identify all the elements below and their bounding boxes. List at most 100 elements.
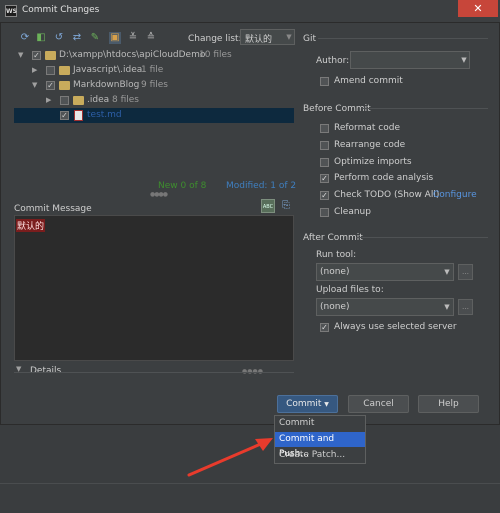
collapse-icon[interactable]: ≙ — [145, 32, 157, 44]
checkbox-box[interactable] — [320, 77, 329, 86]
close-button[interactable]: ✕ — [458, 0, 498, 17]
modified-files-count: Modified: 1 of 2 — [226, 181, 297, 191]
run-tool-browse-button[interactable]: … — [458, 264, 473, 280]
checkbox-label: Optimize imports — [334, 157, 412, 167]
checkbox-label: Reformat code — [334, 123, 400, 133]
chevron-down-icon: ▼ — [324, 401, 329, 408]
chevron-right-icon[interactable]: ▶ — [46, 93, 51, 108]
new-files-count: New 0 of 8 — [158, 181, 207, 191]
tree-row-count: 10 files — [199, 50, 232, 60]
changes-tree: ▼ ✓ D:\xampp\htdocs\apiCloudDemo 10 file… — [14, 46, 294, 178]
menu-item-commit[interactable]: Commit — [275, 416, 365, 431]
amend-commit-checkbox[interactable]: Amend commit — [320, 75, 490, 89]
checkbox-box[interactable] — [320, 141, 329, 150]
cancel-button[interactable]: Cancel — [348, 395, 409, 413]
checkbox-box[interactable] — [320, 124, 329, 133]
annotation-arrow-icon — [187, 438, 273, 477]
chevron-down-icon[interactable]: ▼ — [18, 48, 23, 63]
tree-checkbox[interactable] — [60, 96, 69, 105]
diff-icon[interactable]: ◧ — [35, 32, 47, 44]
spellcheck-icon[interactable]: ABC — [261, 199, 275, 213]
chevron-down-icon[interactable]: ▼ — [458, 51, 470, 69]
cleanup-checkbox[interactable]: Cleanup — [320, 206, 490, 220]
chevron-down-icon[interactable]: ▼ — [441, 263, 453, 281]
tree-checkbox[interactable]: ✓ — [46, 81, 55, 90]
folder-icon — [45, 51, 56, 60]
before-commit-section-title: Before Commit — [303, 104, 371, 114]
upload-server-select[interactable]: (none) — [316, 298, 454, 316]
checkbox-box[interactable] — [320, 208, 329, 217]
tree-row-selected[interactable]: ✓ test.md — [14, 108, 294, 123]
menu-item-create-patch[interactable]: Create Patch... — [275, 448, 365, 463]
check-todo-checkbox[interactable]: ✓ Check TODO (Show All) — [320, 189, 439, 203]
move-icon[interactable]: ⇄ — [71, 32, 83, 44]
tree-row-name: .idea — [87, 95, 110, 105]
window-title: Commit Changes — [22, 5, 100, 15]
checkbox-label: Cleanup — [334, 207, 371, 217]
run-tool-label: Run tool: — [316, 250, 357, 260]
section-divider — [318, 38, 488, 39]
details-divider — [14, 372, 294, 373]
tree-row-name: D:\xampp\htdocs\apiCloudDemo — [59, 50, 206, 60]
checkbox-label: Amend commit — [334, 76, 403, 86]
section-divider — [356, 237, 488, 238]
folder-icon — [59, 66, 70, 75]
always-use-server-checkbox[interactable]: ✓ Always use selected server — [320, 321, 490, 335]
chevron-right-icon[interactable]: ▶ — [32, 63, 37, 78]
tree-row-name: test.md — [87, 110, 122, 120]
checkbox-label: Rearrange code — [334, 140, 406, 150]
checkbox-box[interactable]: ✓ — [320, 191, 329, 200]
reformat-code-checkbox[interactable]: Reformat code — [320, 122, 490, 136]
menu-item-commit-and-push[interactable]: Commit and Push... — [275, 432, 365, 459]
commit-message-input[interactable] — [14, 215, 294, 361]
section-divider — [362, 108, 488, 109]
git-section-title: Git — [303, 34, 317, 44]
chevron-down-icon[interactable]: ▼ — [441, 298, 453, 316]
upload-browse-button[interactable]: … — [458, 299, 473, 315]
checkbox-box[interactable]: ✓ — [320, 323, 329, 332]
tree-row-count: 8 files — [112, 95, 139, 105]
upload-files-label: Upload files to: — [316, 285, 384, 295]
run-tool-select[interactable]: (none) — [316, 263, 454, 281]
help-button[interactable]: Help — [418, 395, 479, 413]
group-icon[interactable]: ▣ — [109, 32, 121, 44]
commit-button-label: Commit — [286, 399, 322, 409]
changelist-label: Change list: — [188, 34, 242, 44]
commit-message-text: 默认的 — [16, 219, 46, 232]
expand-icon[interactable]: ≚ — [127, 32, 139, 44]
markdown-file-icon — [74, 110, 83, 121]
tree-checkbox[interactable] — [46, 66, 55, 75]
author-label: Author: — [316, 56, 350, 66]
app-logo-icon: WS — [5, 5, 17, 17]
background-divider — [0, 483, 500, 484]
chevron-down-icon[interactable]: ▼ — [283, 29, 295, 45]
optimize-imports-checkbox[interactable]: Optimize imports — [320, 156, 490, 170]
refresh-icon[interactable]: ⟳ — [19, 32, 31, 44]
tree-row[interactable]: ▶ Javascript\.idea 1 file — [14, 63, 294, 78]
folder-icon — [73, 96, 84, 105]
chevron-down-icon[interactable]: ▼ — [32, 78, 37, 93]
tree-checkbox[interactable]: ✓ — [32, 51, 41, 60]
splitter-handle[interactable]: ●●●● — [150, 191, 168, 198]
rearrange-code-checkbox[interactable]: Rearrange code — [320, 139, 490, 153]
tree-row[interactable]: ▼ ✓ MarkdownBlog 9 files — [14, 78, 294, 93]
author-field[interactable] — [350, 51, 470, 69]
checkbox-label: Always use selected server — [334, 322, 457, 332]
checkbox-label: Perform code analysis — [334, 173, 434, 183]
jump-icon[interactable]: ✎ — [89, 32, 101, 44]
tree-checkbox[interactable]: ✓ — [60, 111, 69, 120]
history-icon[interactable]: ⎘ — [280, 200, 292, 212]
checkbox-box[interactable]: ✓ — [320, 174, 329, 183]
tree-row-count: 9 files — [141, 80, 168, 90]
tree-row[interactable]: ▶ .idea 8 files — [14, 93, 294, 108]
folder-icon — [59, 81, 70, 90]
tree-row[interactable]: ▼ ✓ D:\xampp\htdocs\apiCloudDemo 10 file… — [14, 48, 294, 63]
details-toggle[interactable]: Details — [30, 366, 61, 376]
commit-button[interactable]: Commit ▼ — [277, 395, 338, 413]
checkbox-box[interactable] — [320, 158, 329, 167]
code-analysis-checkbox[interactable]: ✓ Perform code analysis — [320, 172, 490, 186]
configure-link[interactable]: Configure — [433, 190, 477, 200]
tree-row-name: Javascript\.idea — [73, 65, 143, 75]
tree-row-count: 1 file — [141, 65, 164, 75]
revert-icon[interactable]: ↺ — [53, 32, 65, 44]
